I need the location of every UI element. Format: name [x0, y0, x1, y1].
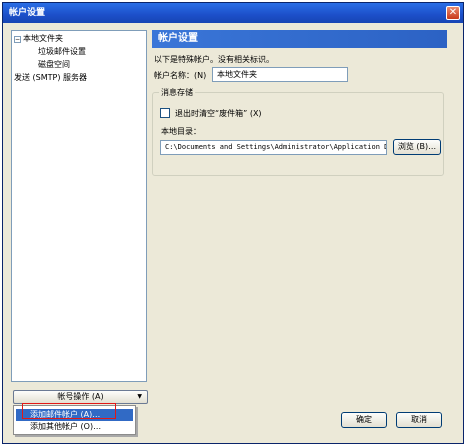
account-description: 以下是特殊帐户。没有相关标识。 — [154, 55, 274, 64]
message-storage-group: 消息存储 退出时清空“废件箱” (X) 本地目录： C:\Documents a… — [152, 87, 444, 176]
account-name-input[interactable]: 本地文件夹 — [212, 67, 348, 82]
tree-item-smtp-server[interactable]: 发送 (SMTP) 服务器 — [14, 73, 87, 83]
tree-item-label: 垃圾邮件设置 — [38, 47, 86, 56]
window-title: 帐户设置 — [9, 8, 46, 18]
account-actions-button[interactable]: 帐号操作 (A) ▼ — [13, 390, 148, 404]
local-directory-input[interactable]: C:\Documents and Settings\Administrator\… — [160, 140, 387, 155]
title-bar: 帐户设置 ✕ — [3, 3, 463, 23]
highlight-box — [22, 403, 116, 419]
menu-item-add-other-account[interactable]: 添加其他帐户 (O)… — [16, 421, 133, 433]
tree-item-label: 本地文件夹 — [23, 34, 63, 43]
tree-item-label: 发送 (SMTP) 服务器 — [14, 73, 88, 82]
browse-button[interactable]: 浏览 (B)… — [393, 139, 441, 155]
account-tree: − 本地文件夹 垃圾邮件设置 磁盘空间 发送 (SMTP) 服务器 — [11, 30, 147, 382]
tree-item-disk-space[interactable]: 磁盘空间 — [38, 60, 70, 70]
empty-trash-label[interactable]: 退出时清空“废件箱” (X) — [175, 108, 262, 119]
close-icon[interactable]: ✕ — [446, 6, 460, 20]
tree-item-junk-settings[interactable]: 垃圾邮件设置 — [38, 47, 86, 57]
collapse-icon[interactable]: − — [14, 36, 21, 43]
ok-button[interactable]: 确定 — [341, 412, 387, 428]
account-actions-label: 帐号操作 (A) — [57, 392, 104, 401]
message-storage-title: 消息存储 — [159, 87, 195, 98]
settings-panel: 帐户设置 以下是特殊帐户。没有相关标识。 帐户名称：(N) 本地文件夹 消息存储… — [152, 30, 448, 396]
chevron-down-icon: ▼ — [137, 393, 142, 400]
account-name-label: 帐户名称：(N) — [154, 71, 207, 80]
panel-header: 帐户设置 — [152, 30, 447, 48]
local-directory-label: 本地目录： — [161, 127, 201, 136]
empty-trash-checkbox[interactable] — [160, 108, 170, 118]
tree-item-local-folders[interactable]: − 本地文件夹 — [14, 34, 63, 44]
cancel-button[interactable]: 取消 — [396, 412, 442, 428]
tree-item-label: 磁盘空间 — [38, 60, 70, 69]
